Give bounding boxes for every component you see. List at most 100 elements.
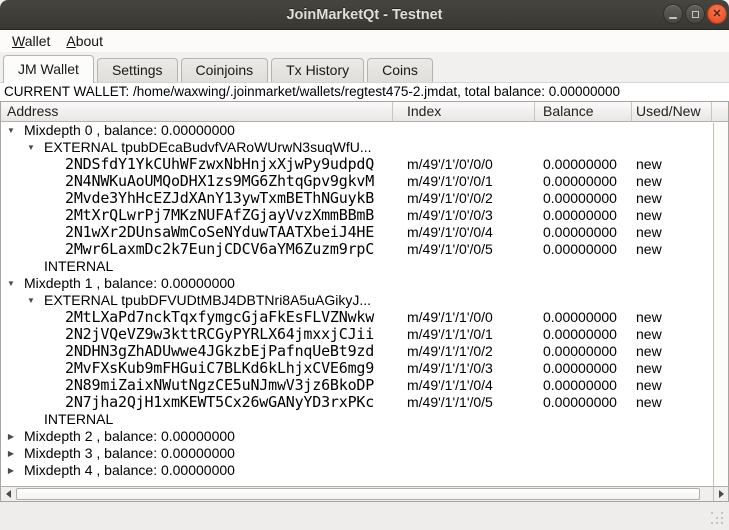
index-cell: m/49'/1'/1'/0/1 [393, 326, 535, 343]
tab-tx-history[interactable]: Tx History [271, 58, 364, 82]
tab-jm-wallet[interactable]: JM Wallet [3, 55, 94, 83]
horizontal-scrollbar[interactable] [0, 486, 729, 502]
address-cell: ▶ Mixdepth 4 , balance: 0.00000000 [1, 462, 393, 479]
tree-row[interactable]: 2N2jVQeVZ9w3kttRCGyPYRLX64jmxxjCJii m/49… [1, 326, 728, 343]
address-cell: ▶ Mixdepth 2 , balance: 0.00000000 [1, 428, 393, 445]
balance-cell [535, 428, 632, 445]
collapsed-arrow-icon[interactable]: ▶ [5, 428, 17, 445]
tree-row[interactable]: 2N1wXr2DUnsaWmCoSeNYduwTAATXbeiJ4HE m/49… [1, 224, 728, 241]
tree-row[interactable]: 2MtXrQLwrPj7MKzNUFAfZGjayVvzXmmBBmB m/49… [1, 207, 728, 224]
vertical-scrollbar[interactable] [713, 123, 728, 486]
index-cell [393, 139, 535, 156]
column-header-address[interactable]: Address [1, 102, 393, 121]
expanded-arrow-icon[interactable]: ▼ [25, 139, 37, 156]
menu-wallet[interactable]: Wallet [4, 31, 58, 51]
close-button[interactable]: ✕ [707, 4, 727, 24]
scroll-right-button[interactable] [713, 487, 728, 501]
index-cell [393, 292, 535, 309]
collapsed-arrow-icon[interactable]: ▶ [5, 445, 17, 462]
wallet-tree: Address Index Balance Used/New ▼ Mixdept… [0, 101, 729, 486]
address-cell: 2Mwr6LaxmDc2k7EunjCDCV6aYM6Zuzm9rpC [1, 241, 393, 258]
tab-coins[interactable]: Coins [367, 58, 433, 82]
address-text: 2N1wXr2DUnsaWmCoSeNYduwTAATXbeiJ4HE [65, 224, 374, 241]
address-text: 2Mvde3YhHcEZJdXAnY13ywTxmBEThNGuykB [65, 190, 374, 207]
status-bar [0, 502, 729, 530]
maximize-button[interactable] [685, 4, 705, 24]
used-new-cell: new [632, 309, 712, 326]
balance-cell: 0.00000000 [535, 207, 632, 224]
index-cell [393, 445, 535, 462]
current-wallet-label: CURRENT WALLET: /home/waxwing/.joinmarke… [0, 83, 729, 101]
expanded-arrow-icon[interactable]: ▼ [5, 122, 17, 139]
tree-row[interactable]: 2MtLXaPd7nckTqxfymgcGjaFkEsFLVZNwkw m/49… [1, 309, 728, 326]
horizontal-scrollbar-thumb[interactable] [16, 488, 700, 500]
address-cell: ▼ EXTERNAL tpubDFVUDtMBJ4DBTNri8A5uAGiky… [1, 292, 393, 309]
collapsed-arrow-icon[interactable]: ▶ [5, 462, 17, 479]
resize-grip[interactable] [711, 512, 725, 526]
balance-cell [535, 462, 632, 479]
tree-row[interactable]: ▼ EXTERNAL tpubDFVUDtMBJ4DBTNri8A5uAGiky… [1, 292, 728, 309]
column-header-index[interactable]: Index [393, 102, 535, 121]
tree-row[interactable]: ▶ Mixdepth 4 , balance: 0.00000000 [1, 462, 728, 479]
address-text: 2Mwr6LaxmDc2k7EunjCDCV6aYM6Zuzm9rpC [65, 241, 374, 258]
minimize-button[interactable] [663, 4, 683, 24]
expanded-arrow-icon[interactable]: ▼ [25, 292, 37, 309]
scroll-left-icon [6, 490, 11, 498]
index-cell: m/49'/1'/0'/0/0 [393, 156, 535, 173]
column-header-balance[interactable]: Balance [535, 102, 632, 121]
tree-row[interactable]: 2Mvde3YhHcEZJdXAnY13ywTxmBEThNGuykB m/49… [1, 190, 728, 207]
tree-header: Address Index Balance Used/New [1, 102, 728, 122]
used-new-cell: new [632, 173, 712, 190]
tab-coinjoins[interactable]: Coinjoins [181, 58, 269, 82]
window-controls: ✕ [663, 4, 727, 24]
address-cell: ▶ Mixdepth 3 , balance: 0.00000000 [1, 445, 393, 462]
index-cell: m/49'/1'/0'/0/4 [393, 224, 535, 241]
address-text: 2N4NWKuAoUMQoDHX1zs9MG6ZhtqGpv9gkvM [65, 173, 374, 190]
tree-row[interactable]: ▶ Mixdepth 2 , balance: 0.00000000 [1, 428, 728, 445]
address-text: 2N2jVQeVZ9w3kttRCGyPYRLX64jmxxjCJii [65, 326, 374, 343]
used-new-cell: new [632, 207, 712, 224]
tree-row[interactable]: ▼ Mixdepth 1 , balance: 0.00000000 [1, 275, 728, 292]
address-text: Mixdepth 0 , balance: 0.00000000 [24, 122, 235, 139]
address-text: 2N7jha2QjH1xmKEWT5Cx26wGANyYD3rxPKc [65, 394, 374, 411]
balance-cell: 0.00000000 [535, 343, 632, 360]
balance-cell: 0.00000000 [535, 360, 632, 377]
tree-row[interactable]: 2NDSfdY1YkCUhWFzwxNbHnjxXjwPy9udpdQ m/49… [1, 156, 728, 173]
tree-row[interactable]: 2Mwr6LaxmDc2k7EunjCDCV6aYM6Zuzm9rpC m/49… [1, 241, 728, 258]
index-cell [393, 462, 535, 479]
balance-cell [535, 139, 632, 156]
index-cell: m/49'/1'/1'/0/2 [393, 343, 535, 360]
balance-cell [535, 122, 632, 139]
index-cell: m/49'/1'/1'/0/3 [393, 360, 535, 377]
tree-row[interactable]: 2N7jha2QjH1xmKEWT5Cx26wGANyYD3rxPKc m/49… [1, 394, 728, 411]
expanded-arrow-icon[interactable]: ▼ [5, 275, 17, 292]
scroll-left-button[interactable] [1, 487, 15, 501]
column-header-filler [712, 102, 728, 121]
balance-cell [535, 292, 632, 309]
tree-row[interactable]: INTERNAL [1, 411, 728, 428]
menu-about[interactable]: About [58, 31, 111, 51]
tab-settings[interactable]: Settings [97, 58, 178, 82]
balance-cell: 0.00000000 [535, 190, 632, 207]
tree-row[interactable]: 2MvFXsKub9mFHGuiC7BLKd6kLhjxCVE6mg9 m/49… [1, 360, 728, 377]
column-header-used-new[interactable]: Used/New [632, 102, 712, 121]
tree-body: ▼ Mixdepth 0 , balance: 0.00000000 ▼ EXT… [1, 122, 728, 486]
tree-row[interactable]: ▼ EXTERNAL tpubDEcaBudvfVARoWUrwN3suqWfU… [1, 139, 728, 156]
titlebar[interactable]: JoinMarketQt - Testnet ✕ [0, 0, 729, 30]
used-new-cell [632, 445, 712, 462]
balance-cell: 0.00000000 [535, 326, 632, 343]
balance-cell: 0.00000000 [535, 309, 632, 326]
tree-row[interactable]: ▶ Mixdepth 3 , balance: 0.00000000 [1, 445, 728, 462]
tree-row[interactable]: INTERNAL [1, 258, 728, 275]
tree-row[interactable]: 2N4NWKuAoUMQoDHX1zs9MG6ZhtqGpv9gkvM m/49… [1, 173, 728, 190]
menubar: Wallet About [0, 30, 729, 52]
used-new-cell [632, 411, 712, 428]
tree-row[interactable]: ▼ Mixdepth 0 , balance: 0.00000000 [1, 122, 728, 139]
tree-row[interactable]: 2NDHN3gZhADUwwe4JGkzbEjPafnqUeBt9zd m/49… [1, 343, 728, 360]
used-new-cell [632, 258, 712, 275]
address-text: 2NDHN3gZhADUwwe4JGkzbEjPafnqUeBt9zd [65, 343, 374, 360]
close-icon: ✕ [708, 7, 726, 20]
index-cell: m/49'/1'/0'/0/1 [393, 173, 535, 190]
balance-cell [535, 258, 632, 275]
tree-row[interactable]: 2N89miZaixNWutNgzCE5uNJmwV3jz6BkoDP m/49… [1, 377, 728, 394]
